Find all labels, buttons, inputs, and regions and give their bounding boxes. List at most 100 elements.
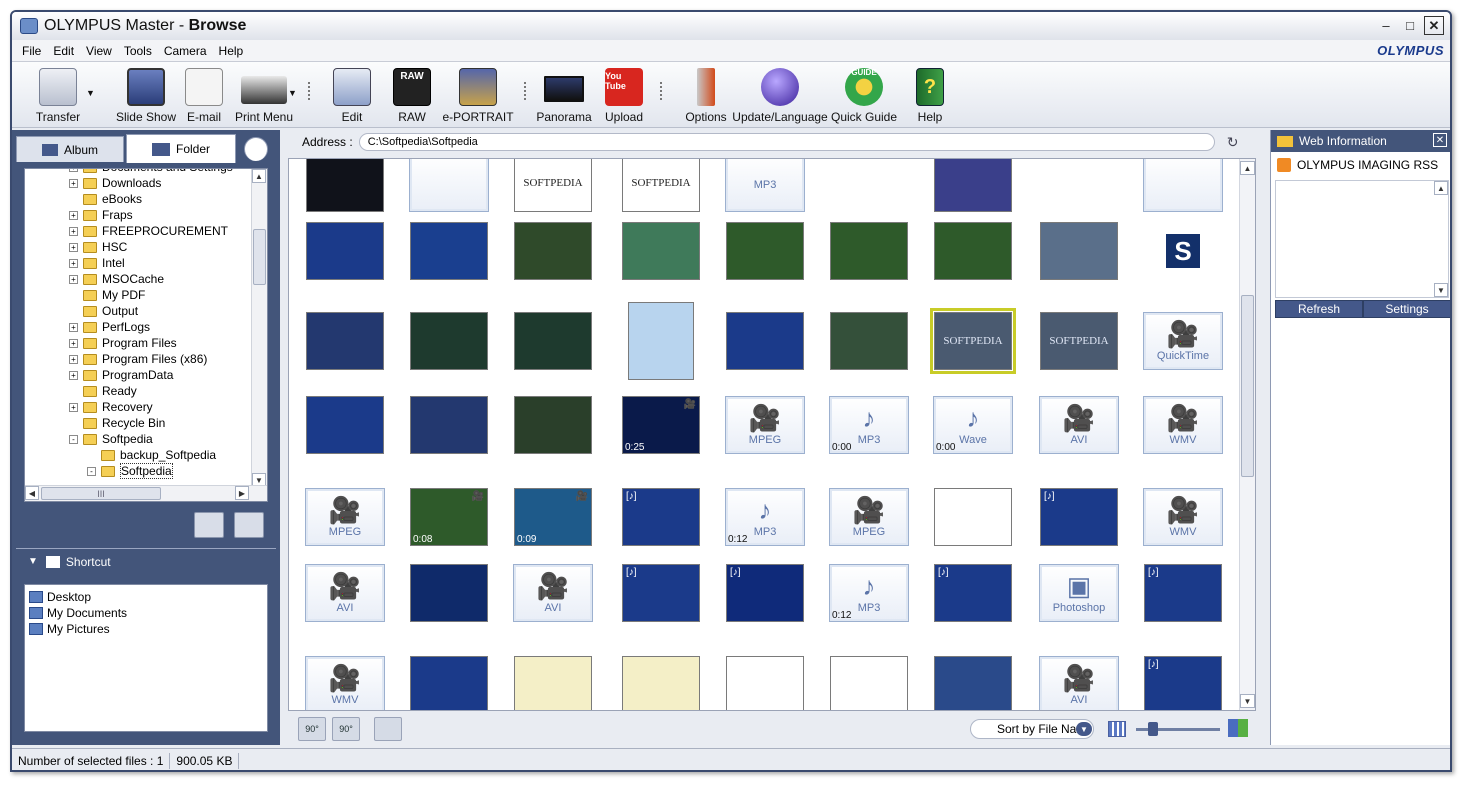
shortcut-my-documents[interactable]: My Documents bbox=[29, 605, 127, 621]
transfer-dropdown-icon[interactable]: ▼ bbox=[86, 88, 95, 98]
tree-node[interactable]: + ProgramData bbox=[69, 367, 173, 383]
refresh-button[interactable]: Refresh bbox=[1275, 300, 1363, 318]
thumbnail-item[interactable]: 🎥 AVI bbox=[303, 553, 387, 633]
grid-scroll-thumb[interactable] bbox=[1241, 295, 1254, 477]
thumbnail-item[interactable] bbox=[619, 645, 703, 710]
tree-vertical-scrollbar[interactable]: ▲ ▼ bbox=[251, 169, 267, 487]
quick-guide-button[interactable]: GUIDE Quick Guide bbox=[831, 62, 897, 128]
scroll-up-icon[interactable]: ▲ bbox=[1240, 161, 1255, 175]
thumbnail-item[interactable]: 🎥 AVI bbox=[511, 553, 595, 633]
tree-scroll-thumb[interactable] bbox=[253, 229, 266, 285]
thumbnail-item[interactable] bbox=[1037, 211, 1121, 291]
tree-horizontal-scrollbar[interactable]: ◀ III ▶ bbox=[25, 485, 267, 501]
tree-node[interactable]: Output bbox=[69, 303, 138, 319]
tree-node[interactable]: + PerfLogs bbox=[69, 319, 150, 335]
tree-node[interactable]: Ready bbox=[69, 383, 137, 399]
panorama-button[interactable]: Panorama bbox=[536, 62, 592, 128]
tree-node[interactable]: + Program Files (x86) bbox=[69, 351, 207, 367]
small-thumbnails-icon[interactable] bbox=[1108, 721, 1126, 737]
tree-node[interactable]: + Downloads bbox=[69, 175, 161, 191]
menu-tools[interactable]: Tools bbox=[124, 44, 152, 58]
thumbnail-item[interactable] bbox=[931, 477, 1015, 557]
thumbnail-item[interactable] bbox=[827, 645, 911, 710]
thumbnail-item[interactable] bbox=[723, 301, 807, 381]
scroll-up-icon[interactable]: ▲ bbox=[1434, 181, 1448, 195]
expand-icon[interactable]: + bbox=[69, 210, 78, 220]
folder-action-button[interactable] bbox=[234, 512, 264, 538]
thumbnail-item[interactable] bbox=[511, 301, 595, 381]
zoom-slider-thumb[interactable] bbox=[1148, 722, 1158, 736]
maximize-button[interactable]: □ bbox=[1400, 16, 1420, 35]
upload-button[interactable]: You Tube Upload bbox=[604, 62, 644, 128]
thumbnail-item[interactable] bbox=[407, 301, 491, 381]
thumbnail-item[interactable]: [♪] bbox=[931, 553, 1015, 633]
thumbnail-item[interactable]: SOFTPEDIA bbox=[930, 301, 1016, 381]
expand-icon[interactable]: + bbox=[69, 338, 78, 348]
sort-dropdown-icon[interactable]: ▼ bbox=[1076, 722, 1092, 736]
thumbnail-item[interactable]: [♪] bbox=[1141, 553, 1225, 633]
scroll-right-icon[interactable]: ▶ bbox=[235, 486, 249, 500]
expand-icon[interactable]: + bbox=[69, 274, 78, 284]
expand-icon[interactable]: + bbox=[69, 178, 78, 188]
tab-album[interactable]: Album bbox=[16, 136, 124, 162]
rotate-right-button[interactable]: 90° bbox=[332, 717, 360, 741]
menu-view[interactable]: View bbox=[86, 44, 112, 58]
thumbnail-item[interactable]: 🎥 MPEG bbox=[723, 385, 807, 465]
large-thumbnails-icon[interactable] bbox=[1228, 719, 1248, 737]
help-button[interactable]: ? Help bbox=[910, 62, 950, 128]
scroll-down-icon[interactable]: ▼ bbox=[1240, 694, 1255, 708]
tree-node[interactable]: + Program Files bbox=[69, 335, 177, 351]
thumbnail-item[interactable]: 0:09 🎥 bbox=[511, 477, 595, 557]
thumbnail-item[interactable] bbox=[407, 645, 491, 710]
thumbnail-item[interactable] bbox=[931, 645, 1015, 710]
thumbnail-item[interactable] bbox=[407, 553, 491, 633]
collapse-icon[interactable]: - bbox=[87, 466, 96, 476]
thumbnail-item[interactable] bbox=[619, 211, 703, 291]
thumbnail-item[interactable]: 🎥 AVI bbox=[1037, 385, 1121, 465]
raw-button[interactable]: RAW RAW bbox=[392, 62, 432, 128]
thumbnail-item[interactable] bbox=[619, 301, 703, 381]
tree-node[interactable]: eBooks bbox=[69, 191, 142, 207]
thumbnail-item[interactable]: [♪] bbox=[619, 553, 703, 633]
slideshow-button[interactable]: Slide Show bbox=[112, 62, 180, 128]
tree-node[interactable]: - Softpedia bbox=[69, 431, 153, 447]
settings-button[interactable]: Settings bbox=[1363, 300, 1450, 318]
thumbnail-item[interactable]: 🎥 WMV bbox=[303, 645, 387, 710]
thumbnail-item[interactable] bbox=[303, 301, 387, 381]
new-folder-button[interactable] bbox=[194, 512, 224, 538]
go-icon[interactable]: ↻ bbox=[1227, 134, 1239, 151]
collapse-arrow-icon[interactable]: ▼ bbox=[28, 556, 38, 567]
thumbnail-item[interactable]: ♪ MP3 0:12 bbox=[723, 477, 807, 557]
expand-icon[interactable]: + bbox=[69, 169, 78, 172]
update-language-button[interactable]: Update/Language bbox=[732, 62, 828, 128]
thumbnail-item[interactable]: 🎥 WMV bbox=[1141, 385, 1225, 465]
shortcut-desktop[interactable]: Desktop bbox=[29, 589, 91, 605]
thumbnail-item[interactable]: [♪] bbox=[1037, 477, 1121, 557]
thumbnail-item[interactable]: [♪] bbox=[723, 553, 807, 633]
thumbnail-item[interactable] bbox=[511, 645, 595, 710]
thumbnail-item[interactable]: S bbox=[1141, 211, 1225, 291]
thumbnail-item[interactable]: [♪] bbox=[1141, 645, 1225, 710]
thumbnail-item[interactable] bbox=[931, 211, 1015, 291]
menu-edit[interactable]: Edit bbox=[53, 44, 74, 58]
expand-icon[interactable]: + bbox=[69, 402, 78, 412]
thumbnail-item[interactable] bbox=[303, 385, 387, 465]
grid-vertical-scrollbar[interactable]: ▲ ▼ bbox=[1239, 159, 1255, 710]
expand-icon[interactable]: + bbox=[69, 226, 78, 236]
print-dropdown-icon[interactable]: ▼ bbox=[288, 88, 297, 98]
shortcut-my-pictures[interactable]: My Pictures bbox=[29, 621, 110, 637]
thumbnail-item[interactable] bbox=[827, 211, 911, 291]
edit-button[interactable]: Edit bbox=[332, 62, 372, 128]
thumbnail-item[interactable]: 🎥 MPEG bbox=[827, 477, 911, 557]
tree-hscroll-thumb[interactable]: III bbox=[41, 487, 161, 500]
thumbnail-item[interactable] bbox=[723, 645, 807, 710]
menu-file[interactable]: File bbox=[22, 44, 41, 58]
tree-node[interactable]: + Fraps bbox=[69, 207, 133, 223]
thumbnail-item[interactable] bbox=[511, 211, 595, 291]
minimize-button[interactable]: – bbox=[1376, 16, 1396, 35]
scroll-down-icon[interactable]: ▼ bbox=[1434, 283, 1448, 297]
print-menu-button[interactable]: Print Menu bbox=[234, 62, 294, 128]
menu-camera[interactable]: Camera bbox=[164, 44, 207, 58]
e-portrait-button[interactable]: e-PORTRAIT bbox=[442, 62, 514, 128]
thumbnail-item[interactable]: 0:25 🎥 bbox=[619, 385, 703, 465]
